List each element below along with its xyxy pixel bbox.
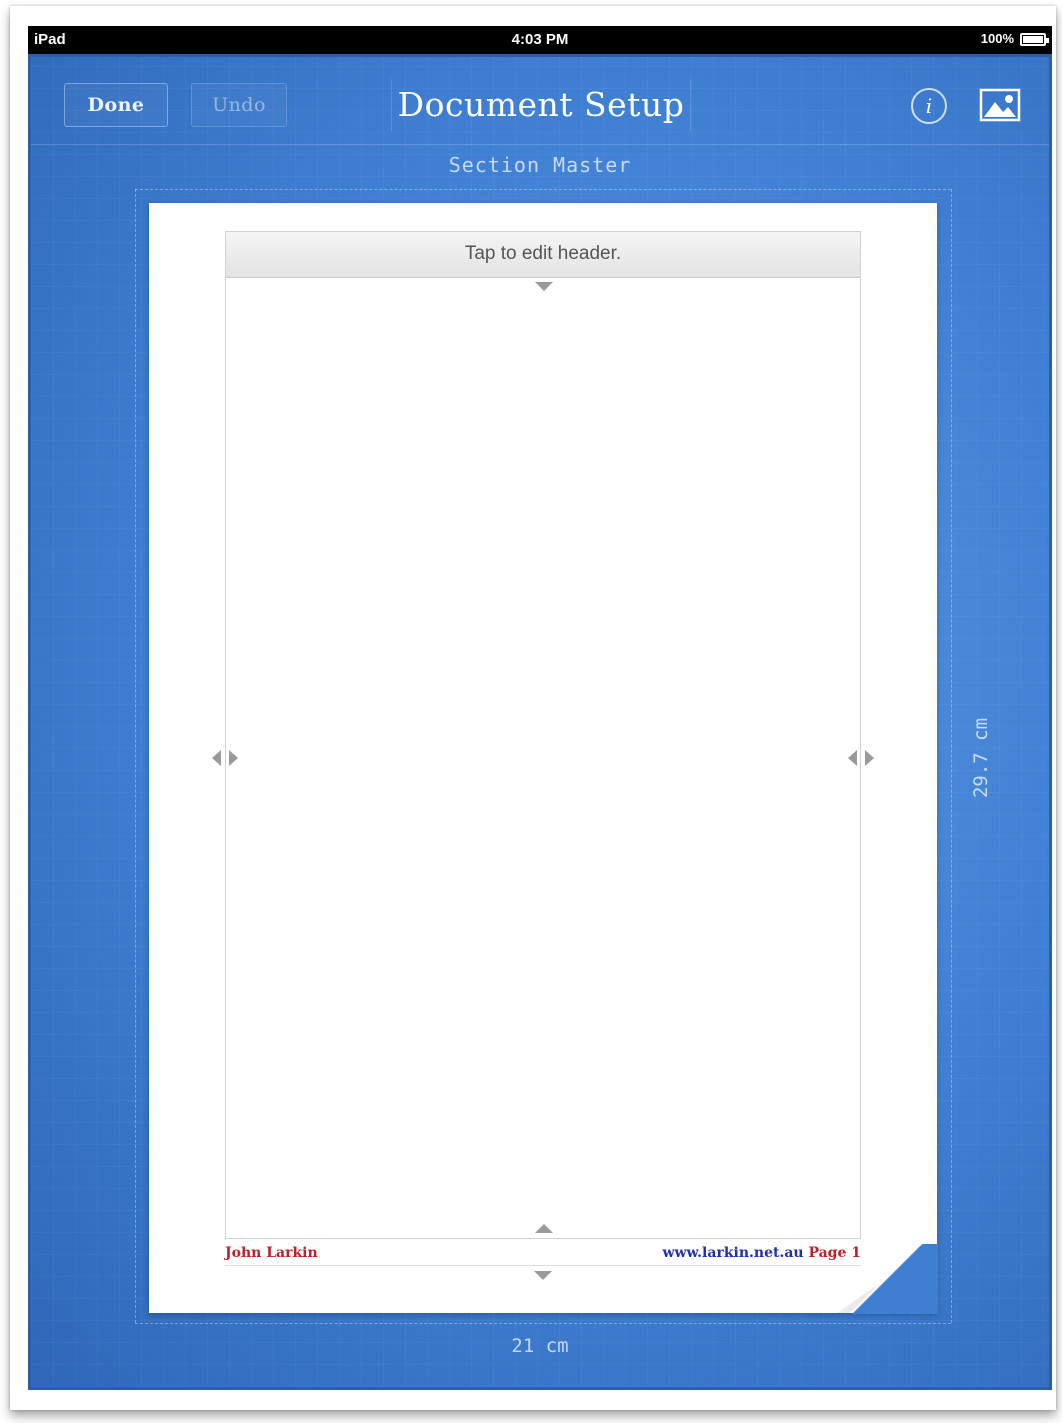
status-bar: iPad 4:03 PM 100%: [28, 26, 1052, 54]
footer-margin-handle[interactable]: [534, 1271, 552, 1280]
page-width-label: 21 cm: [511, 1335, 569, 1357]
battery-percentage: 100%: [980, 31, 1014, 46]
section-subtitle: Section Master: [448, 153, 632, 177]
page-title: Document Setup: [391, 79, 691, 131]
footer-author[interactable]: John Larkin: [225, 1245, 318, 1261]
footer-divider: [225, 1265, 861, 1266]
left-guide-line: [135, 189, 136, 1323]
page-margin-area[interactable]: Tap to edit header.: [225, 231, 861, 1239]
right-margin-handle[interactable]: [848, 748, 874, 768]
toolbar: Done Undo Document Setup i: [31, 57, 1049, 145]
top-guide-line: [135, 189, 951, 190]
done-button[interactable]: Done: [64, 83, 168, 127]
undo-button[interactable]: Undo: [191, 83, 287, 127]
image-icon[interactable]: [979, 88, 1021, 122]
top-margin-handle[interactable]: [535, 282, 553, 291]
left-margin-handle[interactable]: [212, 748, 238, 768]
document-setup-screen: Done Undo Document Setup i Section Maste…: [28, 54, 1052, 1390]
bottom-guide-line: [135, 1323, 951, 1324]
header-edit-bar[interactable]: Tap to edit header.: [226, 232, 860, 278]
footer-right-text[interactable]: www.larkin.net.au Page 1: [662, 1245, 861, 1261]
status-clock: 4:03 PM: [511, 31, 569, 48]
battery-icon: [1020, 33, 1049, 46]
info-icon[interactable]: i: [911, 88, 947, 124]
footer-url: www.larkin.net.au: [662, 1245, 804, 1261]
bottom-margin-handle[interactable]: [535, 1224, 553, 1233]
page-preview[interactable]: Tap to edit header. John Larkin www.lark…: [149, 203, 938, 1314]
right-guide-line: [951, 189, 952, 1323]
page-height-label: 29.7 cm: [970, 717, 992, 799]
